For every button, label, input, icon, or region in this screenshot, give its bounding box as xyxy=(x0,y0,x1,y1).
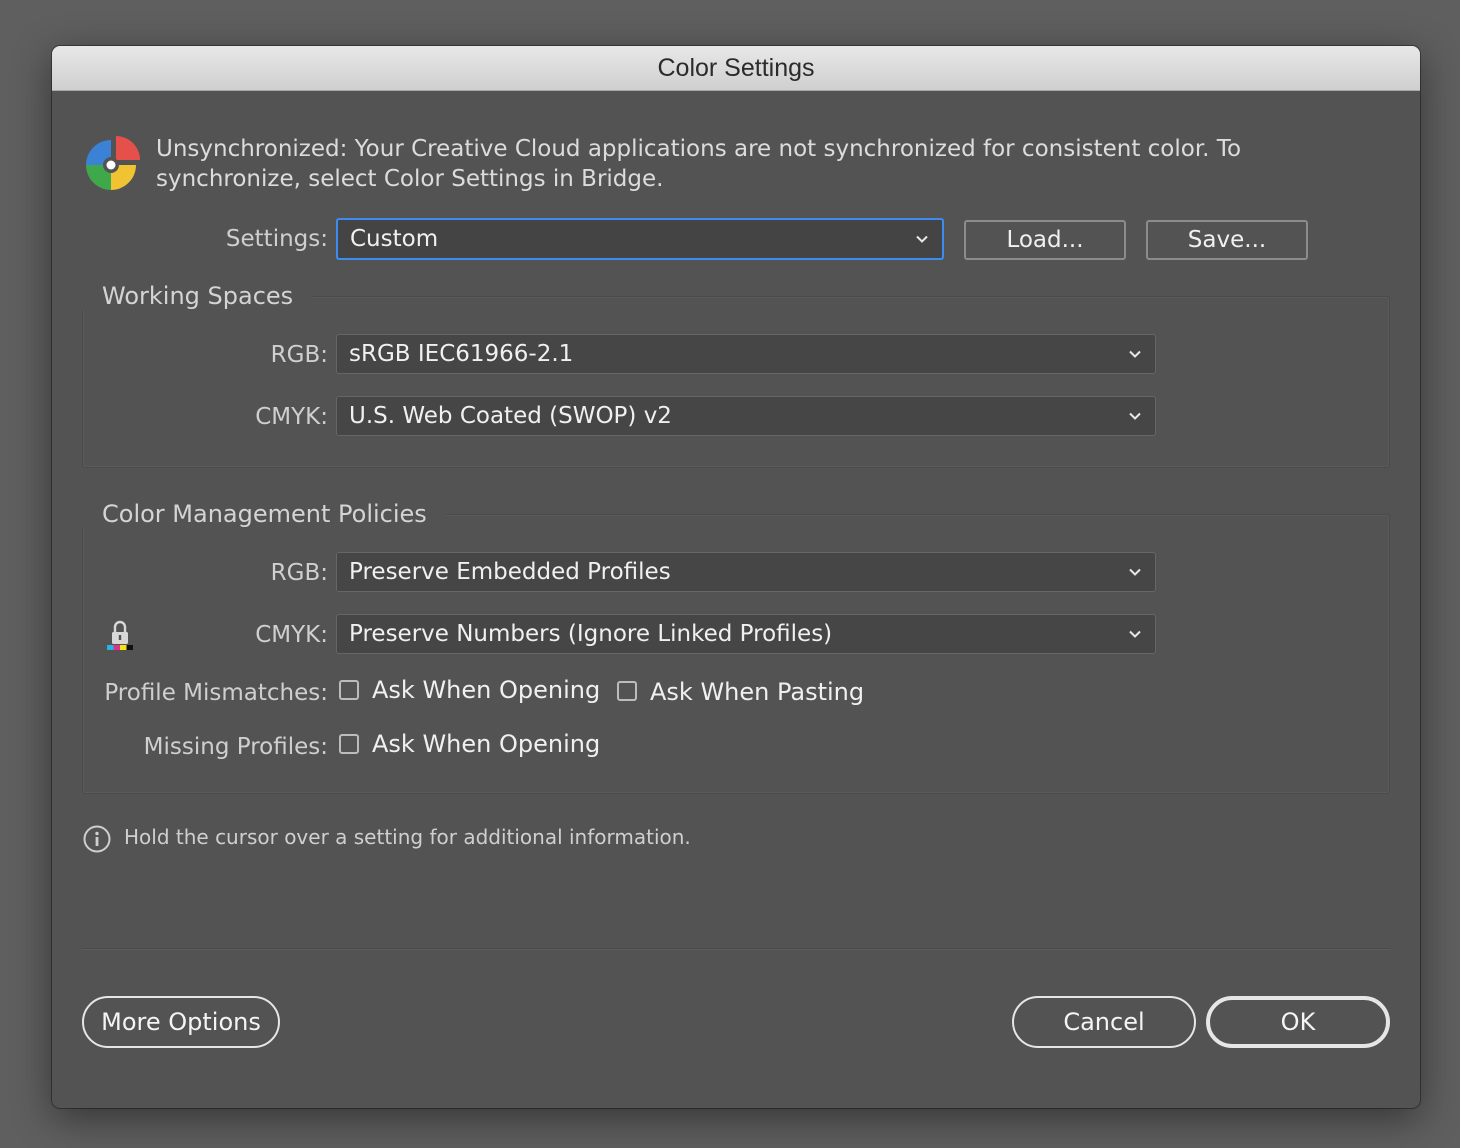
window-title: Color Settings xyxy=(657,53,815,82)
policy-rgb-label: RGB: xyxy=(270,560,328,586)
title-bar[interactable]: Color Settings xyxy=(52,46,1420,91)
policy-cmyk-label: CMYK: xyxy=(255,622,328,648)
save-button[interactable]: Save... xyxy=(1146,220,1308,260)
mismatch-ask-pasting-checkbox[interactable] xyxy=(617,681,637,701)
mismatch-ask-opening-checkbox[interactable] xyxy=(339,680,359,700)
cmyk-lock-icon xyxy=(104,618,136,652)
chevron-down-icon xyxy=(916,235,928,243)
policies-title: Color Management Policies xyxy=(82,500,445,528)
cancel-button[interactable]: Cancel xyxy=(1012,996,1196,1048)
more-options-button[interactable]: More Options xyxy=(82,996,280,1048)
policy-rgb-value: Preserve Embedded Profiles xyxy=(349,559,671,585)
sync-status-message: Unsynchronized: Your Creative Cloud appl… xyxy=(156,136,1242,192)
color-sync-icon xyxy=(82,136,140,194)
ws-rgb-select[interactable]: sRGB IEC61966-2.1 xyxy=(336,334,1156,374)
ok-button[interactable]: OK xyxy=(1206,996,1390,1048)
info-text: Hold the cursor over a setting for addit… xyxy=(124,825,691,849)
ws-rgb-label: RGB: xyxy=(270,342,328,368)
missing-ask-opening-label[interactable]: Ask When Opening xyxy=(372,730,600,758)
load-button[interactable]: Load... xyxy=(964,220,1126,260)
color-settings-dialog: Color Settings Unsynchronized: Your Crea… xyxy=(52,46,1420,1108)
working-spaces-group xyxy=(82,296,1390,468)
ws-cmyk-value: U.S. Web Coated (SWOP) v2 xyxy=(349,403,672,429)
ws-rgb-value: sRGB IEC61966-2.1 xyxy=(349,341,574,367)
chevron-down-icon xyxy=(1129,350,1141,358)
settings-value: Custom xyxy=(350,226,439,252)
chevron-down-icon xyxy=(1129,568,1141,576)
info-icon xyxy=(82,824,112,854)
mismatch-ask-pasting-label[interactable]: Ask When Pasting xyxy=(650,678,864,706)
working-spaces-title: Working Spaces xyxy=(82,282,312,310)
footer-divider xyxy=(82,948,1390,950)
missing-profiles-label: Missing Profiles: xyxy=(143,734,328,760)
chevron-down-icon xyxy=(1129,630,1141,638)
ws-cmyk-label: CMYK: xyxy=(255,404,328,430)
profile-mismatches-label: Profile Mismatches: xyxy=(104,680,328,706)
mismatch-ask-opening-label[interactable]: Ask When Opening xyxy=(372,676,600,704)
chevron-down-icon xyxy=(1129,412,1141,420)
ws-cmyk-select[interactable]: U.S. Web Coated (SWOP) v2 xyxy=(336,396,1156,436)
missing-ask-opening-checkbox[interactable] xyxy=(339,734,359,754)
policy-cmyk-select[interactable]: Preserve Numbers (Ignore Linked Profiles… xyxy=(336,614,1156,654)
policy-cmyk-value: Preserve Numbers (Ignore Linked Profiles… xyxy=(349,621,833,647)
settings-label: Settings: xyxy=(225,226,328,252)
settings-select[interactable]: Custom xyxy=(336,218,944,260)
policy-rgb-select[interactable]: Preserve Embedded Profiles xyxy=(336,552,1156,592)
